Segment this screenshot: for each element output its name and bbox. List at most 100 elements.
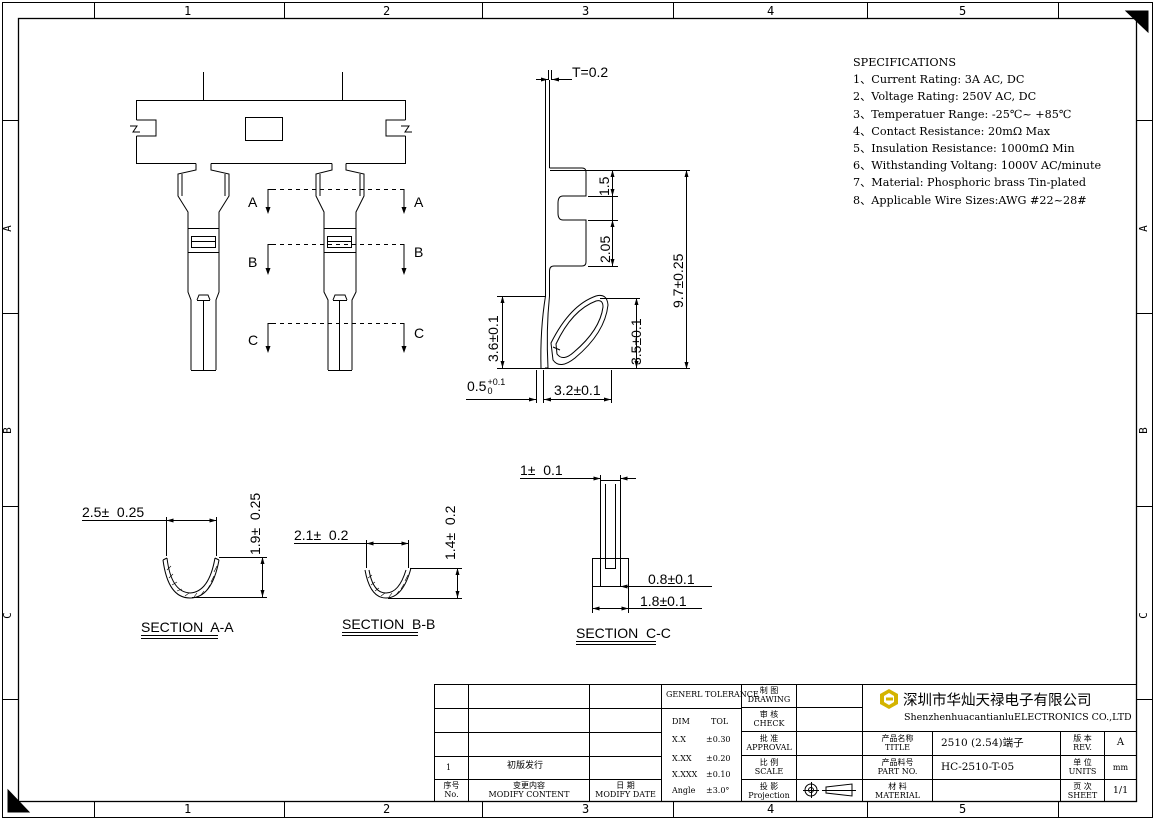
- part-label-cn: 产品料号: [881, 758, 914, 767]
- approval-en: CHECK: [753, 719, 785, 728]
- col-label: 5: [959, 4, 967, 18]
- rev-label: 版 本 REV.: [1061, 734, 1104, 752]
- tol-value: ±0.30: [706, 735, 731, 744]
- section-label-c-c: SECTION C-C: [576, 625, 671, 641]
- section-label-a-a: SECTION A-A: [141, 619, 234, 635]
- col-label: 3: [582, 802, 590, 816]
- dim-3-2: 3.2±0.1: [554, 382, 601, 398]
- units-label: 单 位 UNITS: [1061, 758, 1104, 776]
- approval-cn: 投 影: [759, 782, 779, 791]
- tol-value: ±0.20: [706, 754, 731, 763]
- revision-no: 1: [446, 763, 452, 772]
- approval-cn: 审 核: [759, 710, 779, 719]
- dim-mid-c: 0.8±0.1: [648, 571, 695, 587]
- col-label: 4: [767, 4, 775, 18]
- approval-approval: 批 准 APPROVAL: [742, 734, 796, 752]
- rev-value: A: [1116, 737, 1125, 748]
- row-label: B: [0, 427, 14, 434]
- tol-head-tol: TOL: [711, 717, 729, 726]
- dim-height-b: 1.4± 0.2: [442, 505, 458, 560]
- approval-drawing: 制 图 DRAWING: [742, 686, 796, 704]
- units-value: mm: [1112, 763, 1129, 772]
- approval-check: 审 核 CHECK: [742, 710, 796, 728]
- dim-height-a: 1.9± 0.25: [247, 492, 263, 555]
- spec-item: 6、Withstanding Voltang: 1000V AC/minute: [853, 159, 1102, 173]
- approval-en: APPROVAL: [746, 743, 792, 752]
- approval-cn: 比 例: [759, 758, 779, 767]
- dim-0-5: 0.5 +0.1 0: [467, 378, 505, 396]
- revision-content: 初版发行: [507, 761, 544, 771]
- row-label: A: [1136, 225, 1150, 232]
- part-value: HC-2510-T-05: [941, 761, 1015, 773]
- dim-3-5: 3.5±0.1: [628, 318, 644, 365]
- title-label-en: TITLE: [885, 743, 910, 752]
- spec-item: 5、Insulation Resistance: 1000mΩ Min: [853, 142, 1075, 156]
- spec-item: 8、Applicable Wire Sizes:AWG #22~28#: [853, 193, 1087, 207]
- approval-en: Projection: [748, 791, 790, 800]
- col-label: 2: [383, 4, 391, 18]
- approval-projection: 投 影 Projection: [742, 782, 796, 800]
- col-label: 1: [184, 802, 192, 816]
- sheet-label-cn: 页 次: [1073, 782, 1092, 791]
- approval-scale: 比 例 SCALE: [742, 758, 796, 776]
- part-label-en: PART NO.: [877, 767, 918, 776]
- col-date-en: MODIFY DATE: [595, 790, 656, 799]
- dim-width-a: 2.5± 0.25: [82, 504, 145, 520]
- approval-cn: 制 图: [759, 686, 779, 695]
- col-date: 日 期 MODIFY DATE: [590, 781, 661, 799]
- dim-0-5-value: 0.5: [467, 378, 487, 394]
- dim-height: 9.7±0.25: [670, 253, 686, 308]
- dim-1-5: 1.5: [596, 176, 612, 196]
- units-label-en: UNITS: [1068, 767, 1097, 776]
- section-mark: A: [414, 194, 424, 210]
- col-date-cn: 日 期: [616, 781, 635, 790]
- row-label: A: [0, 225, 14, 232]
- row-label: C: [1136, 612, 1150, 619]
- tol-head-dim: DIM: [672, 717, 690, 726]
- part-label: 产品料号 PART NO.: [863, 758, 932, 776]
- col-content-en: MODIFY CONTENT: [488, 790, 570, 799]
- units-label-cn: 单 位: [1073, 758, 1092, 767]
- section-mark: B: [414, 244, 424, 260]
- spec-item: 1、Current Rating: 3A AC, DC: [853, 73, 1025, 87]
- section-mark: C: [414, 325, 425, 341]
- spec-item: 2、Voltage Rating: 250V AC, DC: [853, 90, 1037, 104]
- dim-width-b: 2.1± 0.2: [294, 527, 349, 543]
- col-no-en: No.: [444, 790, 459, 799]
- tol-value: ±3.0°: [706, 786, 730, 795]
- dim-thickness: T=0.2: [572, 64, 609, 80]
- sheet-label: 页 次 SHEET: [1061, 782, 1104, 800]
- col-no: 序号 No.: [435, 781, 468, 799]
- section-label-b-b: SECTION B-B: [342, 616, 436, 632]
- tol-value: ±0.10: [706, 770, 731, 779]
- section-mark: C: [248, 332, 259, 348]
- title-label: 产品名称 TITLE: [863, 734, 932, 752]
- material-label-cn: 材 料: [888, 782, 907, 791]
- material-label-en: MATERIAL: [875, 791, 920, 800]
- title-label-cn: 产品名称: [881, 734, 914, 743]
- rev-label-cn: 版 本: [1073, 734, 1092, 743]
- specifications-title: SPECIFICATIONS: [853, 56, 957, 69]
- section-mark: A: [248, 194, 258, 210]
- col-label: 2: [383, 802, 391, 816]
- company-name-cn: 深圳市华灿天禄电子有限公司: [903, 693, 1092, 709]
- col-label: 1: [184, 4, 192, 18]
- approval-en: DRAWING: [747, 695, 791, 704]
- col-label: 5: [959, 802, 967, 816]
- col-label: 4: [767, 802, 775, 816]
- tol-dim: X.XXX: [672, 770, 698, 779]
- col-no-cn: 序号: [443, 781, 460, 790]
- spec-item: 7、Material: Phosphoric brass Tin-plated: [853, 176, 1087, 190]
- col-content: 变更内容 MODIFY CONTENT: [469, 781, 589, 799]
- sheet-value: 1/1: [1112, 785, 1129, 796]
- dim-bot-c: 1.8±0.1: [640, 593, 687, 609]
- dim-top-c: 1± 0.1: [520, 462, 563, 478]
- company-logo: [880, 689, 898, 709]
- company-name-en: ShenzhenhuacantianluELECTRONICS CO.,LTD: [904, 712, 1132, 723]
- section-mark: B: [248, 254, 258, 270]
- row-label: B: [1136, 427, 1150, 434]
- dim-2-05: 2.05: [597, 235, 613, 263]
- col-label: 3: [582, 4, 590, 18]
- approval-en: SCALE: [754, 767, 784, 776]
- spec-item: 4、Contact Resistance: 20mΩ Max: [853, 124, 1051, 138]
